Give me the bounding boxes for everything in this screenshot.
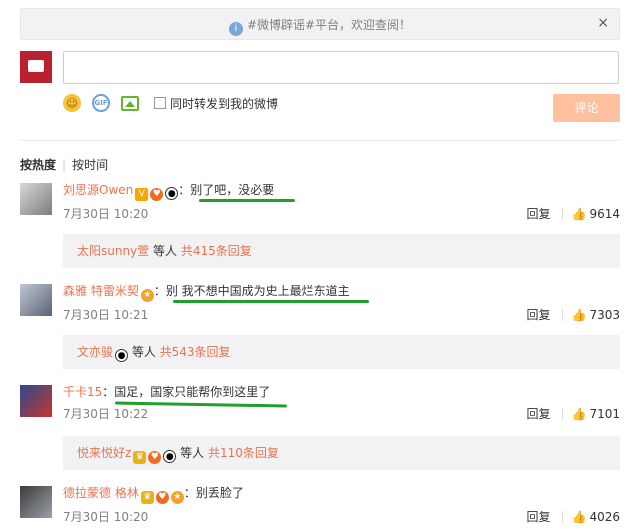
comment-username[interactable]: 森雅 特雷米契: [63, 284, 139, 298]
comment-username[interactable]: 刘思源Owen: [63, 183, 133, 197]
comment-line: 千卡15：国足，国家只能帮你到这里了: [63, 383, 620, 408]
sort-bar: 按热度 | 按时间: [20, 156, 108, 173]
panda-icon: ●: [165, 187, 179, 200]
sub-reply-user[interactable]: 文亦骏: [77, 345, 113, 359]
comment-actions: 回复 👍 7101: [526, 405, 620, 422]
comment-actions: 回复 👍 7303: [526, 306, 620, 323]
comment-text: ：别了吧，没必要: [178, 183, 275, 197]
sub-replies-box[interactable]: 太阳sunny萱 等人 共415条回复: [63, 234, 620, 268]
comment-meta: 7月30日 10:20 回复 👍 9614: [63, 205, 620, 223]
comment-body: 刘思源Owen V ♥ ● ：别了吧，没必要 7月30日 10:20 回复 👍 9614: [63, 181, 620, 223]
reply-button[interactable]: 回复: [526, 508, 550, 525]
notice-text[interactable]: #微博辟谣#平台，欢迎查阅！: [247, 18, 411, 32]
crown-icon: ♛: [133, 451, 147, 464]
composer-toolbar: ☺ GIF 同时转发到我的微博: [63, 92, 278, 114]
sub-reply-text: 等人: [128, 345, 160, 359]
like-count: 9614: [589, 206, 620, 221]
crown-icon: ♛: [140, 491, 154, 504]
action-separator: [562, 207, 564, 220]
verified-v-icon: V: [135, 188, 149, 201]
close-icon[interactable]: ×: [597, 15, 609, 31]
thumbs-up-icon[interactable]: 👍: [571, 407, 586, 421]
reply-button[interactable]: 回复: [526, 405, 550, 422]
image-icon[interactable]: [121, 95, 139, 111]
gold-medal-icon: ★: [140, 289, 154, 302]
comment-time: 7月30日 10:20: [63, 510, 149, 524]
forward-checkbox[interactable]: [154, 97, 166, 109]
comment-time: 7月30日 10:20: [63, 207, 149, 221]
like-count: 4026: [589, 509, 620, 524]
action-separator: [562, 407, 564, 420]
forward-label[interactable]: 同时转发到我的微博: [170, 95, 278, 112]
green-underline-annotation: [173, 300, 369, 303]
thumbs-up-icon[interactable]: 👍: [571, 308, 586, 322]
comment-line: 刘思源Owen V ♥ ● ：别了吧，没必要: [63, 181, 620, 202]
avatar[interactable]: [20, 486, 52, 518]
comment-actions: 回复 👍 9614: [526, 205, 620, 222]
submit-comment-button[interactable]: 评论: [553, 94, 620, 122]
comment-line: 德拉蒙德 格林 ♛ ♥ ★ ：别丢脸了: [63, 484, 620, 504]
action-separator: [562, 308, 564, 321]
comment-text: ：国足，国家只能帮你到这里了: [102, 385, 271, 399]
reply-button[interactable]: 回复: [526, 306, 550, 323]
avatar[interactable]: [20, 385, 52, 417]
gold-medal-icon: ★: [170, 491, 184, 504]
sub-reply-user[interactable]: 悦来悦好z: [77, 446, 131, 460]
notice-content: i #微博辟谣#平台，欢迎查阅！: [21, 16, 619, 36]
like-count: 7101: [589, 406, 620, 421]
comment-username[interactable]: 德拉蒙德 格林: [63, 486, 139, 500]
sub-replies-box[interactable]: 悦来悦好z ♛ ♥ ● 等人 共110条回复: [63, 436, 620, 470]
emoji-icon[interactable]: ☺: [63, 94, 81, 112]
gif-icon[interactable]: GIF: [92, 94, 110, 112]
comment-text: ：别 我不想中国成为史上最烂东道主: [153, 284, 350, 298]
comment-body: 德拉蒙德 格林 ♛ ♥ ★ ：别丢脸了 7月30日 10:20 回复 👍 4026: [63, 484, 620, 526]
notice-bar: i #微博辟谣#平台，欢迎查阅！ ×: [20, 8, 620, 40]
green-underline-annotation: [199, 199, 295, 202]
reply-button[interactable]: 回复: [526, 205, 550, 222]
vip-icon: ♥: [155, 491, 169, 504]
sub-replies-box[interactable]: 文亦骏 ● 等人 共543条回复: [63, 335, 620, 369]
comment-body: 千卡15：国足，国家只能帮你到这里了 7月30日 10:22 回复 👍 7101: [63, 383, 620, 423]
sub-reply-count-link[interactable]: 共110条回复: [208, 446, 279, 460]
comment-time: 7月30日 10:21: [63, 308, 149, 322]
action-separator: [562, 510, 564, 523]
sub-reply-count-link[interactable]: 共415条回复: [181, 244, 252, 258]
comment-time: 7月30日 10:22: [63, 407, 149, 421]
sort-separator: |: [62, 158, 67, 172]
avatar[interactable]: [20, 183, 52, 215]
comment-line: 森雅 特雷米契 ★ ：别 我不想中国成为史上最烂东道主: [63, 282, 620, 303]
sub-reply-text: 等人: [176, 446, 208, 460]
vip-icon: ♥: [148, 451, 162, 464]
sort-by-hot[interactable]: 按热度: [20, 158, 56, 172]
panda-icon: ●: [115, 349, 129, 362]
vip-icon: ♥: [150, 188, 164, 201]
info-icon: i: [228, 22, 243, 36]
comment-actions: 回复 👍 4026: [526, 508, 620, 525]
comment-meta: 7月30日 10:22 回复 👍 7101: [63, 405, 620, 423]
comment-meta: 7月30日 10:20 回复 👍 4026: [63, 508, 620, 526]
comment-input[interactable]: [63, 51, 619, 84]
panda-icon: ●: [163, 450, 177, 463]
avatar[interactable]: [20, 284, 52, 316]
thumbs-up-icon[interactable]: 👍: [571, 510, 586, 524]
sub-reply-text: 等人: [149, 244, 181, 258]
comment-meta: 7月30日 10:21 回复 👍 7303: [63, 306, 620, 324]
sub-reply-count-link[interactable]: 共543条回复: [160, 345, 231, 359]
sub-reply-user[interactable]: 太阳sunny萱: [77, 244, 149, 258]
divider: [20, 140, 620, 141]
like-count: 7303: [589, 307, 620, 322]
my-avatar[interactable]: [20, 51, 52, 83]
thumbs-up-icon[interactable]: 👍: [571, 207, 586, 221]
comment-username[interactable]: 千卡15: [63, 385, 102, 399]
comment-body: 森雅 特雷米契 ★ ：别 我不想中国成为史上最烂东道主 7月30日 10:21 回复…: [63, 282, 620, 324]
comment-text: ：别丢脸了: [183, 486, 244, 500]
sort-by-time[interactable]: 按时间: [72, 158, 108, 172]
